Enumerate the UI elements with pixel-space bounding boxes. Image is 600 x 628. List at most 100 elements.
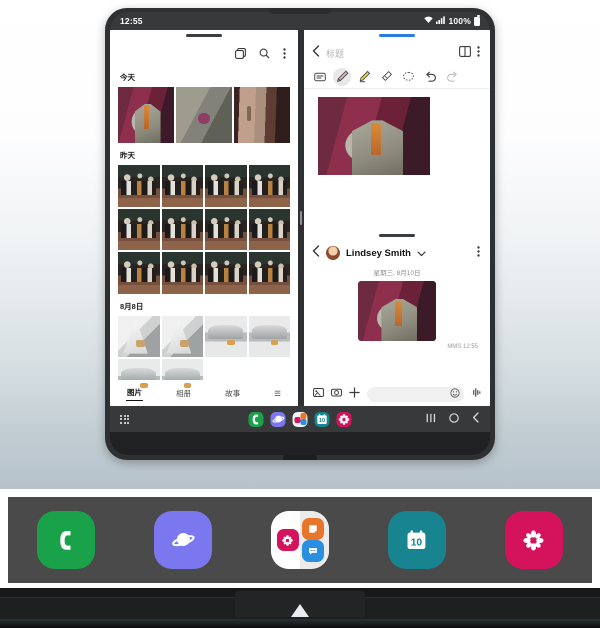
notes-drawing-canvas[interactable]: [304, 89, 490, 229]
gallery-photo-thumbnail[interactable]: [205, 165, 247, 207]
split-screen-area: 今天 昨天 8月8日 图片 相册 故事 ☰ 标题 Lindsey Smith 星…: [110, 30, 490, 406]
status-bar-indicators: 100%: [424, 15, 480, 26]
gallery-photo-thumbnail[interactable]: [248, 165, 290, 207]
gallery-photo-thumbnail[interactable]: [176, 87, 232, 143]
gallery-section-label: 昨天: [120, 151, 135, 160]
text-keyboard-tool[interactable]: [311, 68, 329, 86]
messages-drag-handle[interactable]: [379, 234, 415, 237]
all-apps-grid-icon[interactable]: [120, 414, 129, 424]
add-plus-icon[interactable]: [349, 385, 360, 403]
message-meta-label: MMS 12:55: [447, 344, 478, 350]
gallery-bottom-tabs: 图片 相册 故事 ☰: [110, 380, 298, 406]
gallery-photo-thumbnail[interactable]: [205, 252, 247, 294]
gallery-photo-thumbnail[interactable]: [161, 315, 203, 357]
gallery-photo-thumbnail[interactable]: [205, 208, 247, 250]
lasso-select-tool[interactable]: [399, 68, 417, 86]
split-divider-handle[interactable]: [300, 211, 302, 225]
more-options-icon[interactable]: [477, 244, 480, 262]
notes-inserted-image[interactable]: [318, 97, 430, 175]
message-thread: MMS 12:55: [304, 277, 490, 382]
gallery-photo-thumbnail[interactable]: [161, 208, 203, 250]
more-options-icon[interactable]: [477, 44, 480, 62]
device-hinge: [235, 591, 365, 617]
voice-input-icon[interactable]: [471, 385, 482, 403]
notes-app-icon[interactable]: [300, 413, 306, 419]
notes-drag-handle[interactable]: [379, 34, 415, 37]
phone-app-icon[interactable]: [248, 411, 264, 427]
messages-app-icon[interactable]: [301, 540, 324, 562]
gallery-app-window: 今天 昨天 8月8日 图片 相册 故事 ☰: [110, 30, 298, 406]
gallery-tab[interactable]: 故事: [224, 386, 241, 401]
undo-tool[interactable]: [421, 68, 439, 86]
recents-button[interactable]: [426, 410, 436, 428]
dock-phone-app-icon[interactable]: [37, 511, 96, 569]
gallery-app-icon[interactable]: [336, 411, 352, 427]
message-image-attachment[interactable]: [358, 281, 436, 341]
internet-app-icon[interactable]: [270, 411, 286, 427]
gallery-drag-handle[interactable]: [186, 34, 222, 37]
back-button[interactable]: [472, 410, 480, 428]
messages-app-icon[interactable]: [300, 419, 306, 425]
back-chevron-icon[interactable]: [312, 244, 320, 262]
gallery-photo-thumbnail[interactable]: [118, 208, 160, 250]
chevron-down-icon[interactable]: [417, 244, 426, 262]
redo-tool[interactable]: [443, 68, 461, 86]
dock-internet-app-icon[interactable]: [154, 511, 213, 569]
message-input-bar: [304, 382, 490, 406]
dock-gallery-app-icon[interactable]: [504, 511, 563, 569]
gallery-photo-list[interactable]: 今天 昨天 8月8日 图片 相册 故事 ☰: [110, 65, 298, 406]
gallery-icon[interactable]: [313, 385, 324, 403]
multi-select-icon[interactable]: [235, 47, 246, 59]
split-view-icon[interactable]: [459, 44, 471, 62]
gallery-photo-thumbnail[interactable]: [161, 165, 203, 207]
gallery-photo-thumbnail[interactable]: [161, 252, 203, 294]
svg-text:10: 10: [411, 537, 423, 548]
notes-window-handle-area[interactable]: [304, 30, 490, 41]
gallery-photo-thumbnail[interactable]: [118, 87, 174, 143]
gallery-photo-thumbnail[interactable]: [248, 208, 290, 250]
dock-calendar-app-icon[interactable]: 10: [387, 511, 446, 569]
gallery-photo-thumbnail[interactable]: [118, 165, 160, 207]
notes-app-icon[interactable]: [301, 518, 324, 540]
dock-folder-app-icon[interactable]: [270, 511, 329, 569]
gallery-section-label: 8月8日: [120, 301, 144, 311]
gallery-photo-thumbnail[interactable]: [118, 252, 160, 294]
gallery-photo-grid: [118, 87, 290, 143]
notes-title-input[interactable]: 标题: [326, 47, 453, 60]
gallery-photo-thumbnail[interactable]: [205, 315, 247, 357]
folder-app-icon[interactable]: [292, 411, 308, 427]
gallery-photo-grid: [118, 165, 290, 294]
camera-icon[interactable]: [331, 385, 342, 403]
message-text-input[interactable]: [367, 385, 464, 403]
eraser-tool[interactable]: [377, 68, 395, 86]
gallery-tab[interactable]: ☰: [273, 387, 282, 400]
navigation-buttons: [426, 410, 480, 428]
device-screen: 12:55 100% 今天 昨天 8月8日 图片 相册 故事 ☰ 标题 Lind…: [110, 12, 490, 455]
highlighter-tool[interactable]: [355, 68, 373, 86]
taskbar: 10: [110, 406, 490, 432]
more-options-icon[interactable]: [283, 47, 286, 59]
svg-text:10: 10: [319, 418, 325, 424]
messages-window-handle-area[interactable]: [304, 230, 490, 241]
search-icon[interactable]: [259, 48, 270, 59]
gallery-photo-thumbnail[interactable]: [248, 252, 290, 294]
status-bar: 12:55 100%: [110, 12, 490, 30]
battery-icon: [474, 15, 480, 26]
wifi-icon: [424, 16, 434, 26]
gallery-photo-thumbnail[interactable]: [248, 315, 290, 357]
gallery-photo-thumbnail[interactable]: [118, 315, 160, 357]
messages-app-window: Lindsey Smith 星期三, 8月10日 MMS 12:55: [304, 230, 490, 406]
contact-name[interactable]: Lindsey Smith: [346, 248, 411, 259]
gallery-window-handle-area[interactable]: [110, 30, 298, 41]
back-chevron-icon[interactable]: [312, 44, 320, 62]
emoji-icon[interactable]: [450, 385, 460, 403]
gallery-app-icon[interactable]: [276, 529, 299, 551]
message-date-divider: 星期三, 8月10日: [373, 270, 421, 277]
status-bar-time: 12:55: [120, 16, 143, 26]
avatar[interactable]: [326, 246, 340, 260]
home-button[interactable]: [449, 410, 459, 428]
signal-icon: [436, 16, 446, 26]
gallery-photo-thumbnail[interactable]: [234, 87, 290, 143]
pen-tool[interactable]: [333, 67, 351, 86]
calendar-app-icon[interactable]: 10: [314, 411, 330, 427]
